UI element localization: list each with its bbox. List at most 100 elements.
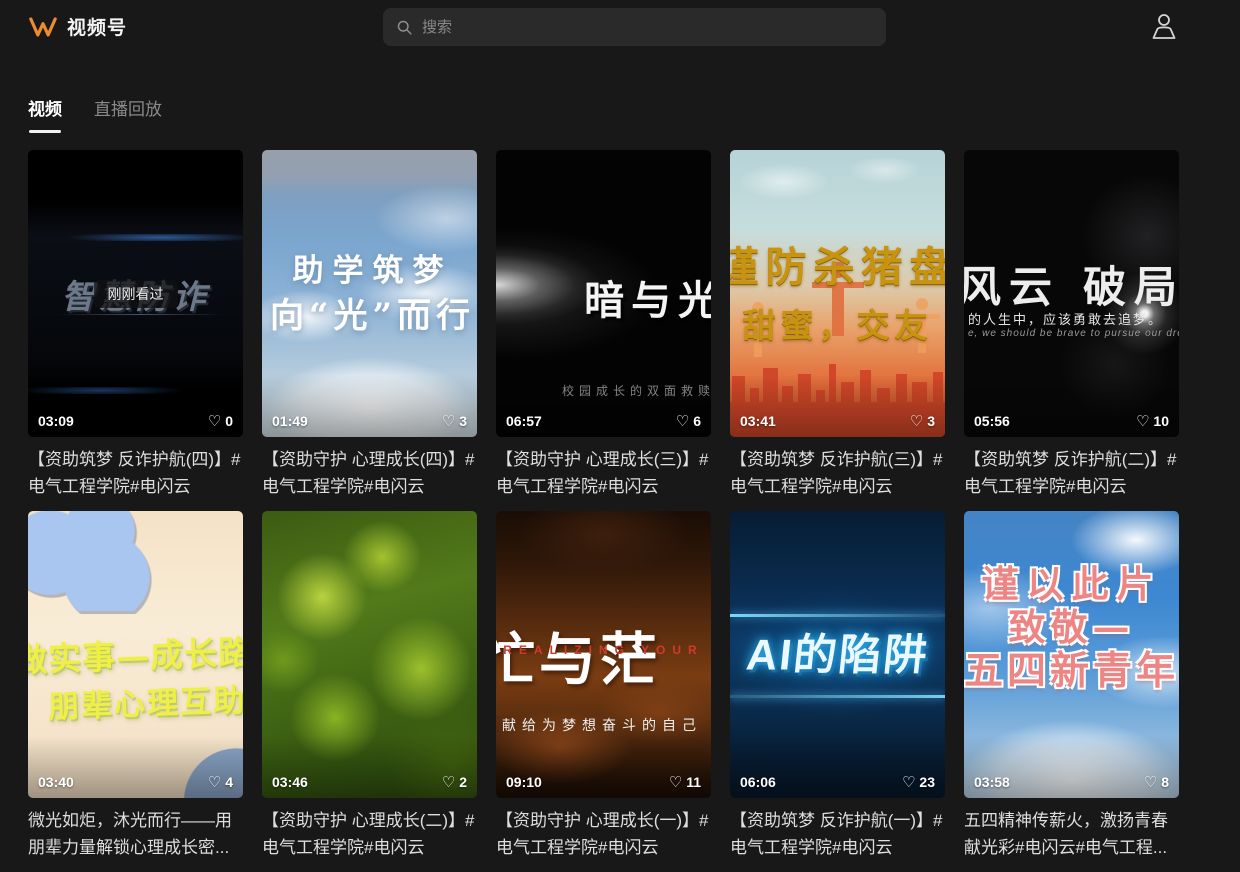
- search-input[interactable]: [422, 19, 873, 36]
- underline-decor: [56, 314, 224, 315]
- video-card[interactable]: 03:46 ♡2 【资助守护 心理成长(二)】#电气工程学院#电闪云: [262, 511, 477, 861]
- video-title[interactable]: 【资助守护 心理成长(三)】#电气工程学院#电闪云: [496, 446, 711, 500]
- video-title[interactable]: 微光如炬，沐光而行——用朋辈力量解锁心理成长密...: [28, 807, 243, 861]
- video-likes: ♡11: [669, 773, 701, 791]
- tab-videos[interactable]: 视频: [28, 95, 62, 120]
- like-count: 3: [459, 413, 467, 429]
- brand: 视频号: [28, 13, 127, 40]
- profile-button[interactable]: [1148, 12, 1180, 42]
- video-thumbnail[interactable]: 风云 破局 的人生中，应该勇敢去追梦。 e, we should be brav…: [964, 150, 1179, 437]
- like-count: 2: [459, 774, 467, 790]
- thumb-overlay-text: 五四新青年: [964, 640, 1179, 696]
- video-title[interactable]: 【资助守护 心理成长(二)】#电气工程学院#电闪云: [262, 807, 477, 861]
- video-likes: ♡23: [902, 773, 935, 791]
- like-count: 3: [927, 413, 935, 429]
- thumb-overlay-text-en: REALIZING YOUR: [496, 643, 711, 657]
- video-duration: 03:58: [974, 774, 1010, 790]
- heart-icon: ♡: [1144, 773, 1157, 791]
- like-count: 23: [919, 774, 935, 790]
- tab-live-replay[interactable]: 直播回放: [94, 95, 162, 120]
- thumb-overlay-text: 做实事—成长路上: [28, 624, 243, 681]
- video-likes: ♡0: [208, 412, 233, 430]
- heart-icon: ♡: [669, 773, 682, 791]
- video-thumbnail[interactable]: 暗与光 校园成长的双面救赎 06:57 ♡6: [496, 150, 711, 437]
- content-tabs: 视频 直播回放: [28, 95, 162, 120]
- like-count: 8: [1161, 774, 1169, 790]
- video-likes: ♡3: [910, 412, 935, 430]
- heart-icon: ♡: [208, 773, 221, 791]
- video-card[interactable]: 助学筑梦 向“光”而行 01:49 ♡3 【资助守护 心理成长(四)】#电气工程…: [262, 150, 477, 500]
- video-likes: ♡6: [676, 412, 701, 430]
- blue-streak-decor: [28, 387, 243, 394]
- video-thumbnail[interactable]: 做实事—成长路上 朋辈心理互助项目 03:40 ♡4: [28, 511, 243, 798]
- video-duration: 03:46: [272, 774, 308, 790]
- thumb-overlay-text: 朋辈心理互助项目: [47, 673, 243, 727]
- video-title[interactable]: 【资助筑梦 反诈护航(一)】#电气工程学院#电闪云: [730, 807, 945, 861]
- video-duration: 06:06: [740, 774, 776, 790]
- heart-icon: ♡: [902, 773, 915, 791]
- glow-line-decor: [730, 614, 945, 617]
- video-duration: 06:57: [506, 413, 542, 429]
- cloud-decor: [28, 511, 154, 611]
- like-count: 4: [225, 774, 233, 790]
- video-title[interactable]: 【资助筑梦 反诈护航(二)】#电气工程学院#电闪云: [964, 446, 1179, 500]
- thumb-overlay-text: 风云 破局: [964, 253, 1179, 315]
- thumb-overlay-subtext: 的人生中，应该勇敢去追梦。: [968, 309, 1163, 328]
- video-card[interactable]: 做实事—成长路上 朋辈心理互助项目 03:40 ♡4 微光如炬，沐光而行——用朋…: [28, 511, 243, 861]
- search-icon: [396, 19, 413, 36]
- video-thumbnail[interactable]: 忙与茫 REALIZING YOUR 献给为梦想奋斗的自己 09:10 ♡11: [496, 511, 711, 798]
- heart-icon: ♡: [442, 773, 455, 791]
- just-watched-badge: 刚刚看过: [94, 280, 178, 308]
- video-likes: ♡2: [442, 773, 467, 791]
- video-thumbnail[interactable]: 03:46 ♡2: [262, 511, 477, 798]
- heart-icon: ♡: [442, 412, 455, 430]
- video-duration: 03:40: [38, 774, 74, 790]
- thumb-overlay-text: 暗与光: [584, 268, 711, 326]
- thumb-overlay-text: 向“光”而行: [262, 288, 477, 337]
- video-title[interactable]: 【资助筑梦 反诈护航(四)】#电气工程学院#电闪云: [28, 446, 243, 500]
- heart-icon: ♡: [676, 412, 689, 430]
- video-likes: ♡3: [442, 412, 467, 430]
- thumb-overlay-subtext: 校园成长的双面救赎: [562, 382, 711, 399]
- glow-line-decor: [730, 695, 945, 698]
- video-card[interactable]: 忙与茫 REALIZING YOUR 献给为梦想奋斗的自己 09:10 ♡11 …: [496, 511, 711, 861]
- search-bar[interactable]: [383, 8, 886, 46]
- video-title[interactable]: 五四精神传薪火，激扬青春献光彩#电闪云#电气工程...: [964, 807, 1179, 861]
- thumb-overlay-text: 助学筑梦: [262, 245, 477, 290]
- brand-name: 视频号: [67, 13, 127, 40]
- like-count: 10: [1153, 413, 1169, 429]
- video-thumbnail[interactable]: 谨防杀猪盘 甜蜜，交友 03:41 ♡3: [730, 150, 945, 437]
- video-title[interactable]: 【资助守护 心理成长(四)】#电气工程学院#电闪云: [262, 446, 477, 500]
- video-thumbnail[interactable]: 助学筑梦 向“光”而行 01:49 ♡3: [262, 150, 477, 437]
- city-skyline-figures-illustration: [730, 150, 945, 437]
- video-title[interactable]: 【资助筑梦 反诈护航(三)】#电气工程学院#电闪云: [730, 446, 945, 500]
- video-card[interactable]: 风云 破局 的人生中，应该勇敢去追梦。 e, we should be brav…: [964, 150, 1179, 500]
- video-card[interactable]: 暗与光 校园成长的双面救赎 06:57 ♡6 【资助守护 心理成长(三)】#电气…: [496, 150, 711, 500]
- thumb-overlay-text: 谨防杀猪盘: [730, 233, 945, 293]
- video-likes: ♡4: [208, 773, 233, 791]
- video-thumbnail[interactable]: 谨以此片 致敬— 五四新青年 03:58 ♡8: [964, 511, 1179, 798]
- video-duration: 01:49: [272, 413, 308, 429]
- person-icon: [1148, 12, 1180, 42]
- blue-streak-decor: [28, 234, 243, 241]
- wechat-channels-logo-icon: [28, 13, 58, 40]
- thumb-overlay-subtext-en: e, we should be brave to pursue our drea…: [968, 328, 1179, 339]
- video-card[interactable]: 谨以此片 致敬— 五四新青年 03:58 ♡8 五四精神传薪火，激扬青春献光彩#…: [964, 511, 1179, 861]
- like-count: 0: [225, 413, 233, 429]
- heart-icon: ♡: [910, 412, 923, 430]
- video-grid: 智慧防诈 刚刚看过 03:09 ♡0 【资助筑梦 反诈护航(四)】#电气工程学院…: [28, 150, 1179, 872]
- video-duration: 03:41: [740, 413, 776, 429]
- video-thumbnail[interactable]: AI的陷阱 06:06 ♡23: [730, 511, 945, 798]
- video-card[interactable]: 智慧防诈 刚刚看过 03:09 ♡0 【资助筑梦 反诈护航(四)】#电气工程学院…: [28, 150, 243, 500]
- video-card[interactable]: AI的陷阱 06:06 ♡23 【资助筑梦 反诈护航(一)】#电气工程学院#电闪…: [730, 511, 945, 861]
- thumb-overlay-text: AI的陷阱: [743, 620, 932, 682]
- video-thumbnail[interactable]: 智慧防诈 刚刚看过 03:09 ♡0: [28, 150, 243, 437]
- heart-icon: ♡: [208, 412, 221, 430]
- video-duration: 05:56: [974, 413, 1010, 429]
- heart-icon: ♡: [1136, 412, 1149, 430]
- video-duration: 09:10: [506, 774, 542, 790]
- video-card[interactable]: 谨防杀猪盘 甜蜜，交友 03:41 ♡3 【资助筑梦 反诈护航(三)】#电气工程…: [730, 150, 945, 500]
- video-likes: ♡8: [1144, 773, 1169, 791]
- like-count: 6: [693, 413, 701, 429]
- video-title[interactable]: 【资助守护 心理成长(一)】#电气工程学院#电闪云: [496, 807, 711, 861]
